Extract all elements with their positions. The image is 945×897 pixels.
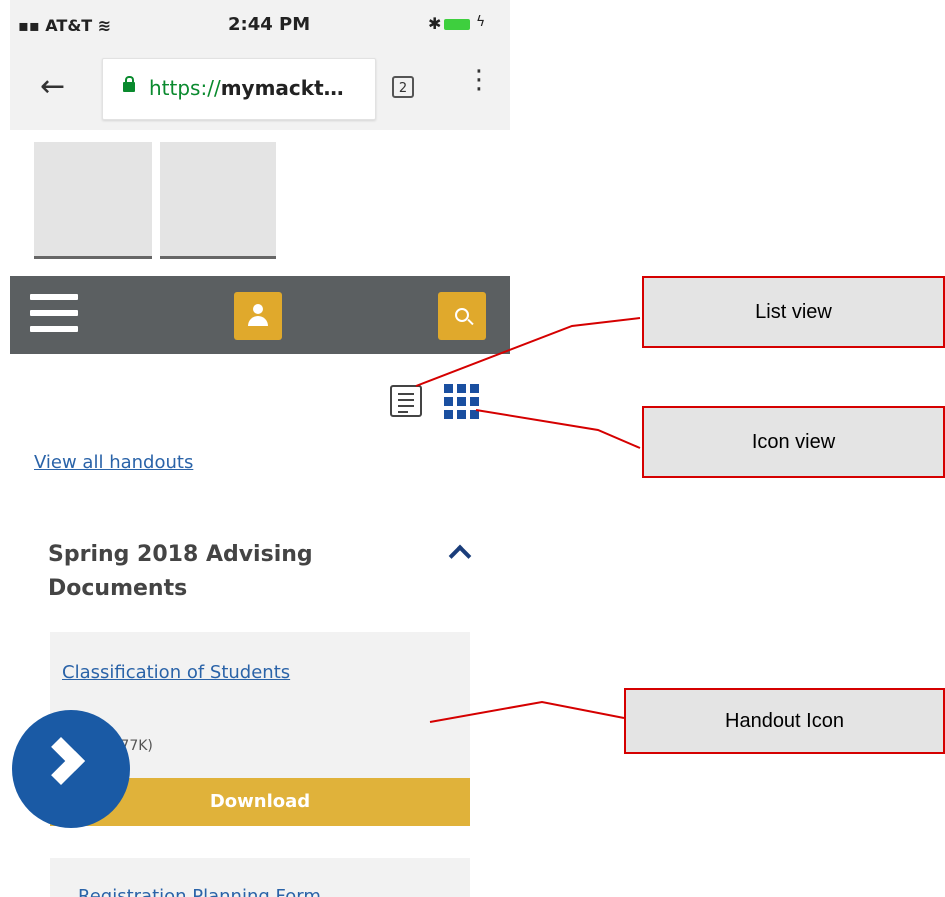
- callout-handout-icon: Handout Icon: [624, 688, 945, 754]
- callout-line-handout-icon: [429, 700, 625, 723]
- callout-icon-view: Icon view: [642, 406, 945, 478]
- callout-line-icon-view: [475, 409, 641, 449]
- callout-line-list-view: [415, 317, 641, 387]
- callout-list-view: List view: [642, 276, 945, 348]
